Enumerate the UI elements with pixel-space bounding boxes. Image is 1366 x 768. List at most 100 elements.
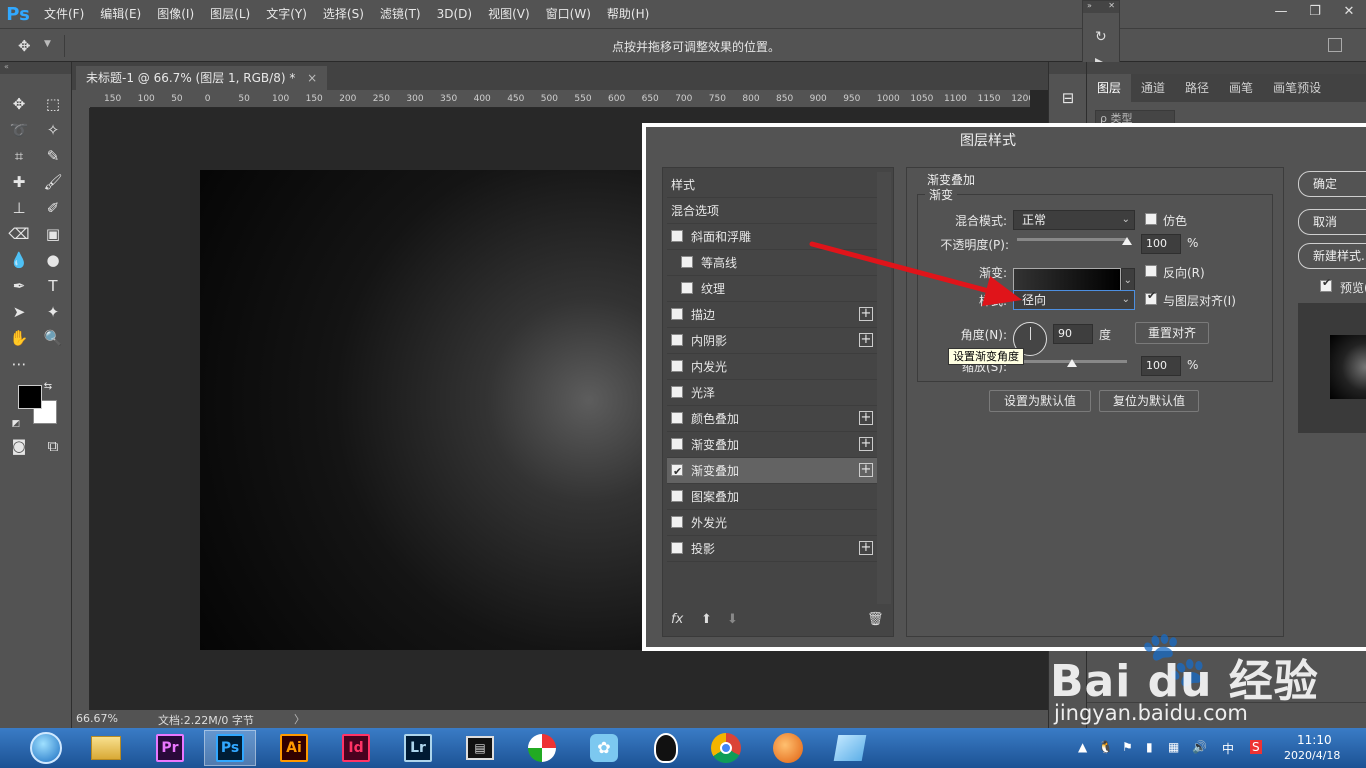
network-icon[interactable]: ▦: [1168, 740, 1179, 754]
show-hidden-icons-icon[interactable]: ▲: [1078, 740, 1087, 754]
style-checkbox[interactable]: [681, 256, 693, 268]
style-checkbox[interactable]: [681, 282, 693, 294]
menu-type[interactable]: 文字(Y): [258, 0, 315, 28]
history-icon[interactable]: ↻: [1095, 29, 1107, 45]
tab-layers[interactable]: 图层: [1087, 74, 1132, 102]
restore-button[interactable]: ❐: [1298, 0, 1332, 22]
style-checkbox[interactable]: [671, 230, 683, 242]
clock-time[interactable]: 11:10: [1297, 733, 1332, 747]
foreground-color-swatch[interactable]: [18, 385, 42, 409]
move-up-icon[interactable]: ⬆: [701, 612, 712, 627]
style-checkbox[interactable]: [671, 412, 683, 424]
dither-checkbox[interactable]: [1145, 213, 1157, 225]
taskbar-chat-app[interactable]: ✿: [578, 730, 630, 766]
taskbar-indesign[interactable]: Id: [330, 730, 382, 766]
style-checkbox[interactable]: [671, 542, 683, 554]
properties-panel-icon[interactable]: ⊟: [1055, 86, 1081, 110]
style-list-item[interactable]: 图案叠加: [667, 484, 877, 510]
menu-layer[interactable]: 图层(L): [202, 0, 258, 28]
style-list-item[interactable]: 内阴影 +: [667, 328, 877, 354]
style-checkbox[interactable]: [671, 308, 683, 320]
clock-date[interactable]: 2020/4/18: [1284, 749, 1340, 762]
taskbar-notes-app[interactable]: [824, 730, 876, 766]
taskbar-photoshop[interactable]: Ps: [204, 730, 256, 766]
reverse-checkbox[interactable]: [1145, 265, 1157, 277]
swap-colors-icon[interactable]: ⇆: [40, 374, 56, 398]
scale-slider-thumb[interactable]: [1067, 359, 1077, 367]
taskbar-orange-app[interactable]: [762, 730, 814, 766]
style-list-item[interactable]: 投影 +: [667, 536, 877, 562]
stamp-tool-icon[interactable]: ⊥: [6, 196, 32, 220]
scale-input[interactable]: 100: [1141, 356, 1181, 376]
style-list-item[interactable]: 光泽: [667, 380, 877, 406]
taskbar-qq[interactable]: [640, 730, 692, 766]
add-style-instance-icon[interactable]: +: [859, 541, 873, 555]
battery-icon[interactable]: ▮: [1146, 740, 1153, 754]
move-tool-icon[interactable]: ✥: [6, 92, 32, 116]
taskbar-premiere[interactable]: Pr: [144, 730, 196, 766]
tab-channels[interactable]: 通道: [1131, 74, 1175, 102]
style-list-item[interactable]: 内发光: [667, 354, 877, 380]
close-button[interactable]: ✕: [1332, 0, 1366, 22]
crop-tool-icon[interactable]: ⌗: [6, 144, 32, 168]
taskbar-chrome[interactable]: [700, 730, 752, 766]
quick-mask-icon[interactable]: ◙: [6, 434, 32, 458]
more-tools-icon[interactable]: ⋯: [6, 352, 32, 376]
style-checkbox[interactable]: [671, 386, 683, 398]
style-list-item[interactable]: 颜色叠加 +: [667, 406, 877, 432]
add-style-instance-icon[interactable]: +: [859, 463, 873, 477]
opacity-input[interactable]: 100: [1141, 234, 1181, 254]
tool-preset-caret-icon[interactable]: ▼: [44, 39, 51, 49]
reset-default-button[interactable]: 复位为默认值: [1099, 390, 1199, 412]
style-list-item[interactable]: 混合选项: [667, 198, 877, 224]
style-list-item[interactable]: 渐变叠加 +: [667, 432, 877, 458]
default-colors-icon[interactable]: ◩: [8, 412, 24, 436]
toolbar-collapse-handle[interactable]: «: [0, 62, 71, 74]
style-checkbox[interactable]: [671, 334, 683, 346]
add-style-instance-icon[interactable]: +: [859, 411, 873, 425]
gradient-style-select[interactable]: 径向 ⌄: [1013, 290, 1135, 310]
style-checkbox[interactable]: [671, 516, 683, 528]
dodge-tool-icon[interactable]: ●: [40, 248, 66, 272]
pen-tool-icon[interactable]: ✒: [6, 274, 32, 298]
screen-mode-icon[interactable]: ⧉: [40, 434, 66, 458]
taskbar-lightroom[interactable]: Lr: [392, 730, 444, 766]
menu-view[interactable]: 视图(V): [480, 0, 538, 28]
add-style-instance-icon[interactable]: +: [859, 437, 873, 451]
move-down-icon[interactable]: ⬇: [727, 612, 738, 627]
style-checkbox[interactable]: [671, 459, 683, 485]
style-checkbox[interactable]: [671, 360, 683, 372]
tab-brushes[interactable]: 画笔: [1219, 74, 1263, 102]
path-selection-tool-icon[interactable]: ➤: [6, 300, 32, 324]
trash-icon[interactable]: 🗑: [867, 612, 884, 627]
menu-image[interactable]: 图像(I): [149, 0, 202, 28]
cancel-button[interactable]: 取消: [1298, 209, 1366, 235]
ime-indicator[interactable]: 中: [1222, 740, 1234, 757]
menu-help[interactable]: 帮助(H): [599, 0, 657, 28]
volume-icon[interactable]: 🔊: [1192, 740, 1207, 754]
reset-alignment-button[interactable]: 重置对齐: [1135, 322, 1209, 344]
taskbar-explorer[interactable]: [80, 730, 132, 766]
eraser-tool-icon[interactable]: ⌫: [6, 222, 32, 246]
sogou-ime-icon[interactable]: S: [1250, 740, 1262, 754]
menu-select[interactable]: 选择(S): [315, 0, 372, 28]
workspace-icon[interactable]: [1328, 38, 1342, 52]
style-list-item[interactable]: 样式: [667, 172, 877, 198]
new-style-button[interactable]: 新建样式...: [1298, 243, 1366, 269]
menu-3d[interactable]: 3D(D): [429, 0, 480, 28]
start-button[interactable]: [20, 730, 72, 766]
panel-collapse-handle[interactable]: [1087, 62, 1366, 74]
opacity-slider-thumb[interactable]: [1122, 237, 1132, 245]
angle-input[interactable]: 90: [1053, 324, 1093, 344]
type-tool-icon[interactable]: T: [40, 274, 66, 298]
style-checkbox[interactable]: [671, 438, 683, 450]
style-list-scrollbar[interactable]: [877, 172, 891, 604]
network-blocked-icon[interactable]: ⚑: [1122, 740, 1133, 754]
blur-tool-icon[interactable]: 💧: [6, 248, 32, 272]
eyedropper-tool-icon[interactable]: ✎: [40, 144, 66, 168]
lasso-tool-icon[interactable]: ➰: [6, 118, 32, 142]
zoom-tool-icon[interactable]: 🔍: [40, 326, 66, 350]
history-brush-tool-icon[interactable]: ✐: [40, 196, 66, 220]
horizontal-ruler[interactable]: 150 100 50 0 50 100 150 200 250 300 350 400 450 500 55…: [90, 90, 1030, 108]
menu-window[interactable]: 窗口(W): [538, 0, 599, 28]
